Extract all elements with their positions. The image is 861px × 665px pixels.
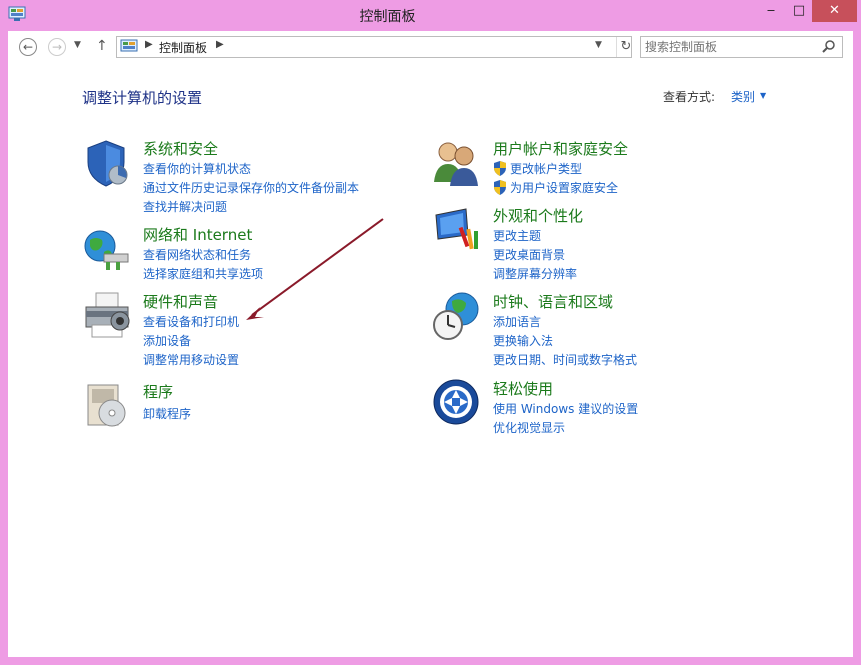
link-add-device[interactable]: 添加设备 [143,332,191,349]
category-title-appearance[interactable]: 外观和个性化 [493,205,583,226]
category-clock-language-region: 时钟、语言和区域 添加语言 更换输入法 更改日期、时间或数字格式 [432,291,752,368]
link-windows-suggested-settings[interactable]: 使用 Windows 建议的设置 [493,400,638,417]
view-by-label: 查看方式: [663,90,716,104]
link-desktop-background[interactable]: 更改桌面背景 [493,246,565,263]
up-arrow-icon[interactable]: ↑ [96,38,108,54]
breadcrumb-control-panel[interactable]: 控制面板 [159,39,207,56]
control-panel-icon [120,39,138,52]
search-input[interactable] [645,38,815,56]
link-troubleshoot[interactable]: 查找并解决问题 [143,198,227,215]
category-system-security: 系统和安全 查看你的计算机状态 通过文件历史记录保存你的文件备份副本 查找并解决… [82,138,382,215]
maximize-button[interactable]: □ [786,0,812,22]
category-network-internet: 网络和 Internet 查看网络状态和任务 选择家庭组和共享选项 [82,224,382,282]
shield-security-icon [87,140,128,187]
window-title: 控制面板 [359,9,416,25]
uac-shield-icon [494,180,506,195]
category-title-network-internet[interactable]: 网络和 Internet [143,224,252,245]
link-change-input-method[interactable]: 更换输入法 [493,332,553,349]
address-bar[interactable]: ▶ 控制面板 ▶ ▼ ↻ [116,36,632,58]
category-title-clock-language-region[interactable]: 时钟、语言和区域 [493,291,613,312]
uac-shield-icon [494,161,506,176]
link-add-language[interactable]: 添加语言 [493,313,541,330]
view-by-dropdown[interactable]: 类别 [731,88,755,105]
category-title-ease-of-access[interactable]: 轻松使用 [493,378,553,399]
watermark-text: Win8系统之家 [736,634,847,654]
link-optimize-visual-display[interactable]: 优化视觉显示 [493,419,565,436]
navigation-bar: ← → ▼ ↑ ▶ 控制面板 ▶ ▼ ↻ [8,31,853,65]
title-bar[interactable]: 控制面板 ‒ □ ✕ [0,0,861,30]
link-view-devices-printers[interactable]: 查看设备和打印机 [143,313,239,330]
link-homegroup-sharing[interactable]: 选择家庭组和共享选项 [143,265,263,282]
category-hardware-sound: 硬件和声音 查看设备和打印机 添加设备 调整常用移动设置 [82,291,382,368]
category-appearance: 外观和个性化 更改主题 更改桌面背景 调整屏幕分辨率 [432,205,752,282]
printer-icon [85,292,130,338]
recent-locations-chevron-icon[interactable]: ▼ [74,40,81,50]
client-area: ← → ▼ ↑ ▶ 控制面板 ▶ ▼ ↻ 搜索控制面板 调整计算机的设置 查看方… [8,31,853,657]
link-view-computer-status[interactable]: 查看你的计算机状态 [143,160,251,177]
breadcrumb-chevron-icon[interactable]: ▶ [216,39,224,50]
category-title-programs[interactable]: 程序 [143,381,173,402]
appearance-monitor-icon [435,208,478,250]
link-change-theme[interactable]: 更改主题 [493,227,541,244]
link-date-time-format[interactable]: 更改日期、时间或数字格式 [493,351,637,368]
refresh-icon[interactable]: ↻ [616,37,635,57]
control-panel-window: 控制面板 ‒ □ ✕ ← → ▼ ↑ ▶ 控制面板 ▶ ▼ ↻ 搜索控制面板 调… [0,0,861,665]
search-box[interactable] [640,36,843,58]
category-programs: 程序 卸载程序 [82,381,382,427]
link-view-network-status[interactable]: 查看网络状态和任务 [143,246,251,263]
watermark: Win8系统之家 [696,625,861,659]
users-icon [434,142,478,186]
forward-arrow-icon[interactable]: → [48,38,66,56]
back-arrow-icon[interactable]: ← [19,38,37,56]
category-title-user-accounts[interactable]: 用户帐户和家庭安全 [493,138,628,159]
link-file-history-backup[interactable]: 通过文件历史记录保存你的文件备份副本 [143,179,359,196]
address-dropdown-icon[interactable]: ▼ [595,40,602,50]
breadcrumb-chevron-icon[interactable]: ▶ [145,39,153,50]
minimize-button[interactable]: ‒ [756,0,786,22]
clock-globe-icon [433,292,479,340]
search-icon[interactable] [822,39,836,53]
windows-logo-icon [700,627,730,657]
link-screen-resolution[interactable]: 调整屏幕分辨率 [493,265,577,282]
link-family-safety[interactable]: 为用户设置家庭安全 [510,179,618,196]
page-heading: 调整计算机的设置 [82,89,203,107]
category-user-accounts: 用户帐户和家庭安全 更改帐户类型 为用户设置家庭安全 [432,138,752,198]
network-globe-icon [84,230,129,270]
category-title-hardware-sound[interactable]: 硬件和声音 [143,291,218,312]
category-ease-of-access: 轻松使用 使用 Windows 建议的设置 优化视觉显示 [432,378,752,438]
programs-box-icon [87,384,126,427]
close-button[interactable]: ✕ [812,0,857,22]
link-mobility-settings[interactable]: 调整常用移动设置 [143,351,239,368]
ease-of-access-icon [433,379,479,425]
view-by-chevron-icon[interactable]: ▼ [760,91,766,100]
link-change-account-type[interactable]: 更改帐户类型 [510,160,582,177]
category-title-system-security[interactable]: 系统和安全 [143,138,218,159]
link-uninstall-program[interactable]: 卸载程序 [143,405,191,422]
